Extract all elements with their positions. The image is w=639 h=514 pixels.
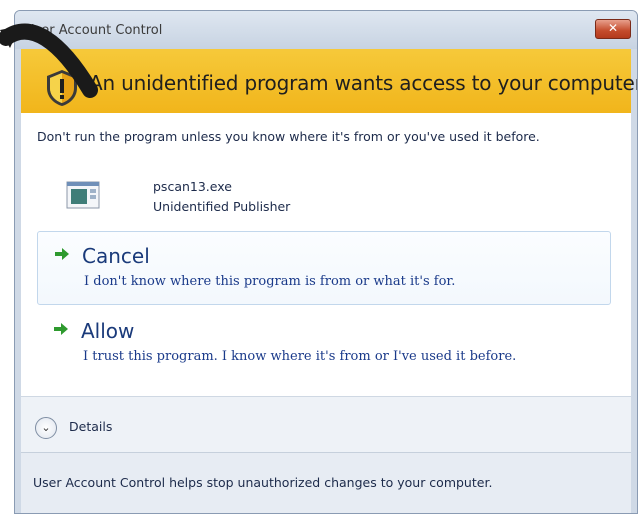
banner-heading: An unidentified program wants access to … xyxy=(89,71,638,95)
program-file-name: pscan13.exe xyxy=(153,179,232,194)
footer-text: User Account Control helps stop unauthor… xyxy=(33,475,493,490)
close-button[interactable]: ✕ xyxy=(595,19,631,39)
title-bar: User Account Control ✕ xyxy=(15,11,637,49)
window-title: User Account Control xyxy=(25,23,163,38)
details-bar: ⌄ Details xyxy=(21,396,631,453)
arrow-right-icon xyxy=(54,323,68,335)
shield-warning-icon xyxy=(47,70,77,106)
warning-message: Don't run the program unless you know wh… xyxy=(37,129,540,144)
allow-option[interactable]: Allow I trust this program. I know where… xyxy=(37,307,611,381)
cancel-option-title: Cancel xyxy=(82,244,150,268)
uac-dialog: User Account Control ✕ An unidentified p… xyxy=(14,10,638,514)
allow-option-description: I trust this program. I know where it's … xyxy=(83,349,517,364)
chevron-down-icon[interactable]: ⌄ xyxy=(35,417,57,439)
application-icon xyxy=(66,181,100,209)
cancel-option[interactable]: Cancel I don't know where this program i… xyxy=(37,231,611,305)
program-publisher: Unidentified Publisher xyxy=(153,199,291,214)
warning-banner: An unidentified program wants access to … xyxy=(21,49,637,114)
footer: User Account Control helps stop unauthor… xyxy=(21,452,631,513)
cancel-option-description: I don't know where this program is from … xyxy=(84,274,456,289)
details-toggle[interactable]: Details xyxy=(69,419,112,434)
arrow-right-icon xyxy=(55,248,69,260)
allow-option-title: Allow xyxy=(81,319,135,343)
